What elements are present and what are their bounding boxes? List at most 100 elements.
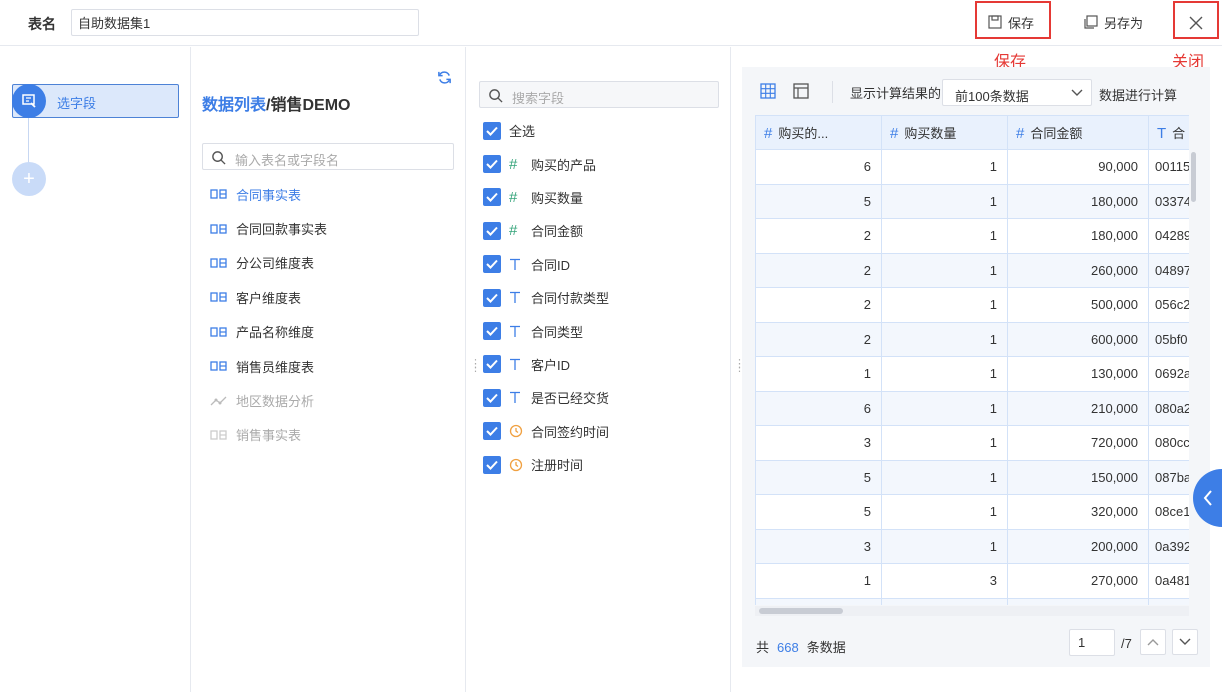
table-cell: 08ce1 bbox=[1148, 494, 1189, 530]
text-type-icon bbox=[509, 291, 531, 304]
field-checkbox[interactable] bbox=[483, 355, 501, 374]
layout-view-icon[interactable] bbox=[793, 83, 809, 102]
table-row: 2 1 500,000 056c2 bbox=[755, 287, 1189, 323]
table-cell: 5 bbox=[755, 494, 882, 530]
field-row[interactable]: 合同ID bbox=[483, 248, 609, 281]
field-row[interactable]: 是否已经交货 bbox=[483, 381, 609, 414]
table-cell: 0a481 bbox=[1148, 563, 1189, 599]
table-icon bbox=[210, 292, 236, 303]
field-row[interactable]: 客户ID bbox=[483, 348, 609, 381]
table-item[interactable]: 合同回款事实表 bbox=[210, 211, 327, 245]
table-cell: 90,000 bbox=[1007, 149, 1149, 185]
table-cell: 0a392 bbox=[1148, 528, 1189, 564]
table-row: 5 1 320,000 08ce1 bbox=[755, 494, 1189, 530]
field-search-input[interactable]: 搜索字段 bbox=[479, 81, 719, 108]
field-checkbox[interactable] bbox=[483, 422, 501, 441]
table-icon bbox=[210, 189, 236, 199]
table-item-label: 客户维度表 bbox=[236, 290, 302, 306]
field-checkbox[interactable] bbox=[483, 155, 501, 174]
table-cell: 05bf0 bbox=[1148, 321, 1189, 357]
table-icon bbox=[210, 327, 236, 337]
table-icon bbox=[210, 223, 236, 234]
table-item[interactable]: 分公司维度表 bbox=[210, 246, 327, 280]
field-checkbox[interactable] bbox=[483, 221, 501, 240]
field-checkbox[interactable] bbox=[483, 288, 501, 307]
table-cell: 720,000 bbox=[1007, 425, 1149, 461]
table-cell: 04897 bbox=[1148, 252, 1189, 288]
page-number-input[interactable] bbox=[1069, 629, 1115, 656]
field-row[interactable]: # 合同金额 bbox=[483, 214, 609, 247]
field-label: 合同类型 bbox=[531, 324, 584, 340]
table-item-label: 合同事实表 bbox=[236, 187, 302, 203]
table-item[interactable]: 合同事实表 bbox=[210, 177, 327, 211]
add-step-button[interactable]: + bbox=[12, 162, 46, 196]
table-search-placeholder: 输入表名或字段名 bbox=[235, 153, 340, 168]
field-row[interactable]: 合同签约时间 bbox=[483, 415, 609, 448]
step-connector bbox=[28, 118, 29, 163]
save-as-button[interactable]: 另存为 bbox=[1084, 11, 1143, 33]
refresh-button[interactable] bbox=[437, 70, 452, 88]
grid-view-icon[interactable] bbox=[760, 83, 776, 102]
table-cell: 1 bbox=[881, 218, 1008, 254]
next-page-button[interactable] bbox=[1172, 629, 1198, 655]
table-cell: 2 bbox=[755, 218, 882, 254]
row-limit-select[interactable]: 前100条数据 bbox=[942, 79, 1092, 106]
vertical-scrollbar[interactable] bbox=[1191, 152, 1196, 202]
step-select-fields[interactable]: 选字段 bbox=[12, 84, 179, 118]
column-header[interactable]: # 购买数量 bbox=[881, 115, 1008, 150]
select-all-checkbox[interactable] bbox=[483, 121, 501, 140]
table-list-panel: 数据列表/销售DEMO 输入表名或字段名 合同事实表 合同回款事实表 分公司维度… bbox=[192, 47, 466, 692]
table-row: 2 1 260,000 04897 bbox=[755, 252, 1189, 288]
field-checkbox[interactable] bbox=[483, 322, 501, 341]
search-icon bbox=[489, 89, 503, 103]
field-checkbox[interactable] bbox=[483, 455, 501, 474]
field-label: 是否已经交货 bbox=[531, 391, 610, 407]
table-cell: 1 bbox=[881, 390, 1008, 426]
table-item-label: 销售事实表 bbox=[236, 428, 302, 444]
field-checkbox[interactable] bbox=[483, 388, 501, 407]
total-count-value: 668 bbox=[777, 640, 799, 655]
table-cell: 5 bbox=[755, 183, 882, 219]
field-checkbox[interactable] bbox=[483, 188, 501, 207]
table-cell: 210,000 bbox=[1007, 390, 1149, 426]
compute-hint-suffix: 数据进行计算 bbox=[1099, 88, 1178, 103]
select-all-row[interactable]: 全选 bbox=[483, 114, 609, 147]
column-header[interactable]: # 购买的... bbox=[755, 115, 882, 150]
field-row[interactable]: 合同付款类型 bbox=[483, 281, 609, 314]
text-type-icon bbox=[509, 358, 531, 371]
compute-hint-prefix: 显示计算结果的 bbox=[850, 86, 942, 101]
save-as-icon bbox=[1084, 15, 1098, 29]
field-checkbox[interactable] bbox=[483, 255, 501, 274]
prev-page-button[interactable] bbox=[1140, 629, 1166, 655]
field-row[interactable]: 合同类型 bbox=[483, 314, 609, 347]
field-row[interactable]: # 购买数量 bbox=[483, 181, 609, 214]
table-name-input[interactable] bbox=[71, 9, 419, 36]
field-label: 注册时间 bbox=[531, 458, 584, 474]
total-suffix: 条数据 bbox=[806, 640, 846, 655]
column-header[interactable]: # 合同金额 bbox=[1007, 115, 1149, 150]
field-row[interactable]: 注册时间 bbox=[483, 448, 609, 481]
toolbar-divider bbox=[832, 81, 833, 103]
select-fields-icon bbox=[12, 84, 46, 118]
table-cell: 1 bbox=[881, 356, 1008, 392]
table-cell: 080a2 bbox=[1148, 390, 1189, 426]
table-row: 1 1 130,000 0692a bbox=[755, 356, 1189, 392]
field-row[interactable]: # 购买的产品 bbox=[483, 147, 609, 180]
table-cell: 2 bbox=[755, 287, 882, 323]
horizontal-scrollbar[interactable] bbox=[759, 608, 843, 614]
preview-toolbar: 显示计算结果的 前100条数据 数据进行计算 bbox=[742, 67, 1210, 115]
table-icon bbox=[210, 361, 236, 371]
table-item[interactable]: 产品名称维度 bbox=[210, 315, 327, 349]
table-cell: 130,000 bbox=[1007, 356, 1149, 392]
table-item: 销售事实表 bbox=[210, 418, 327, 452]
table-header-row: # 购买的... # 购买数量 # 合同金额 T合 bbox=[755, 115, 1189, 150]
table-cell: 180,000 bbox=[1007, 183, 1149, 219]
column-header[interactable]: T合 bbox=[1148, 115, 1189, 150]
table-cell: 1 bbox=[881, 183, 1008, 219]
table-item[interactable]: 销售员维度表 bbox=[210, 349, 327, 383]
table-search-input[interactable]: 输入表名或字段名 bbox=[202, 143, 454, 170]
table-item[interactable]: 客户维度表 bbox=[210, 280, 327, 314]
table-cell: 600,000 bbox=[1007, 321, 1149, 357]
table-cell: 2 bbox=[755, 321, 882, 357]
breadcrumb-data-list[interactable]: 数据列表 bbox=[202, 97, 266, 114]
